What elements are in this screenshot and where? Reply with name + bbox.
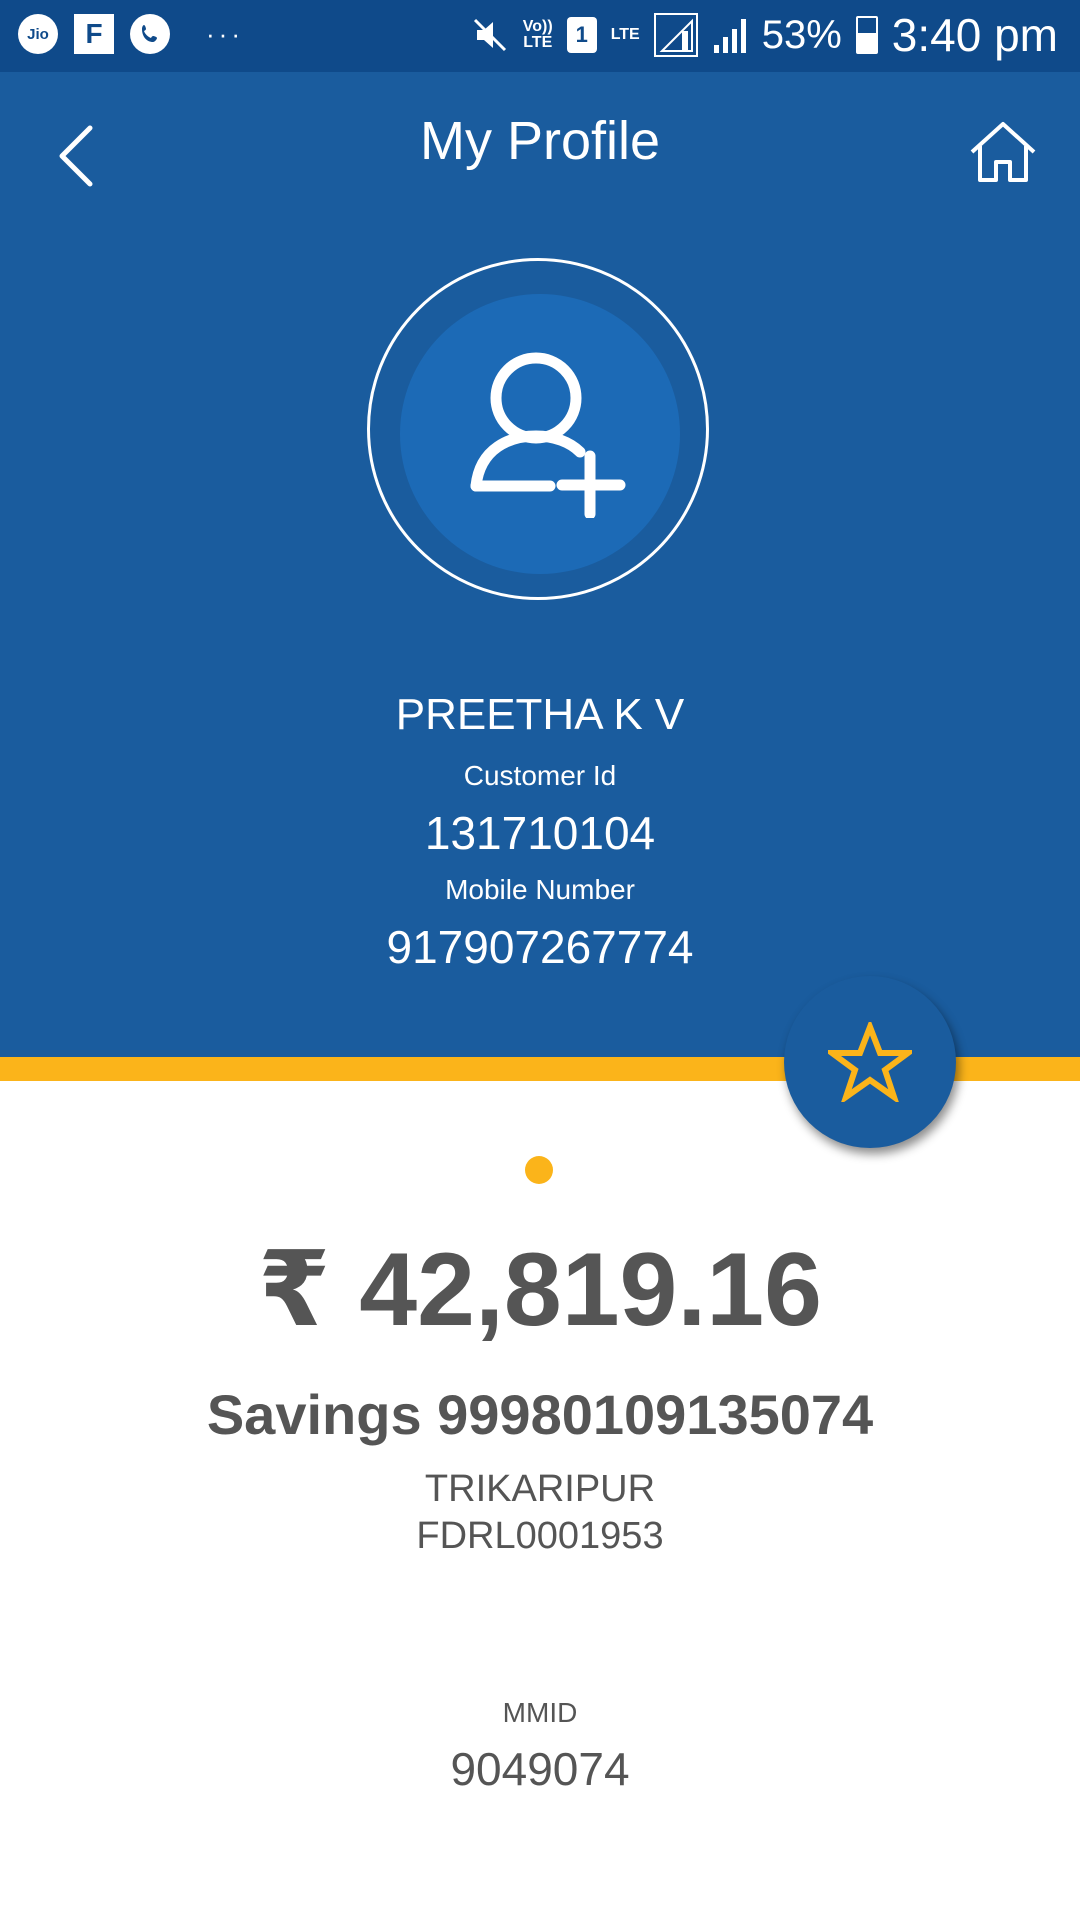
- mmid-value: 9049074: [450, 1743, 630, 1795]
- more-notifications: ···: [206, 18, 244, 49]
- add-user-icon[interactable]: [470, 348, 630, 520]
- account-balance: ₹ 42,819.16: [258, 1232, 822, 1348]
- star-icon: [828, 1022, 912, 1102]
- sim-icon: 1: [566, 17, 597, 53]
- page-title: My Profile: [419, 111, 661, 171]
- volte-indicator: Vo)) LTE: [522, 18, 553, 51]
- home-icon: [970, 122, 1036, 182]
- battery-icon: [855, 16, 878, 54]
- flipboard-icon: F: [74, 14, 114, 54]
- status-bar-left: Jio F ···: [18, 14, 244, 54]
- mobile-number-label: Mobile Number: [445, 874, 635, 905]
- phone-icon: [130, 14, 170, 54]
- lte-indicator: LTE: [610, 26, 640, 43]
- branch-name: TRIKARIPUR: [424, 1468, 656, 1510]
- page-indicator-dot: [525, 1156, 553, 1184]
- signal-2-icon: [713, 19, 746, 53]
- ifsc-code: FDRL0001953: [416, 1515, 664, 1557]
- customer-name: PREETHA K V: [395, 690, 685, 739]
- mmid-label: MMID: [502, 1697, 578, 1728]
- signal-icon: [653, 13, 698, 57]
- jio-icon: Jio: [18, 14, 58, 54]
- status-bar-right: Vo)) LTE 1 LTE 53% 3:40 pm: [471, 8, 1058, 62]
- status-bar: Jio F ··· Vo)) LTE 1 LTE 53% 3:40 pm: [0, 0, 1080, 72]
- battery-percent: 53%: [761, 12, 842, 57]
- clock: 3:40 pm: [891, 9, 1058, 61]
- mobile-number-value: 917907267774: [386, 921, 694, 973]
- customer-id-label: Customer Id: [463, 760, 617, 791]
- home-button[interactable]: [968, 118, 1038, 186]
- favorite-button[interactable]: [784, 976, 956, 1148]
- customer-id-value: 131710104: [424, 807, 656, 859]
- mute-icon: [473, 18, 506, 52]
- account-type-number: Savings 99980109135074: [206, 1383, 874, 1446]
